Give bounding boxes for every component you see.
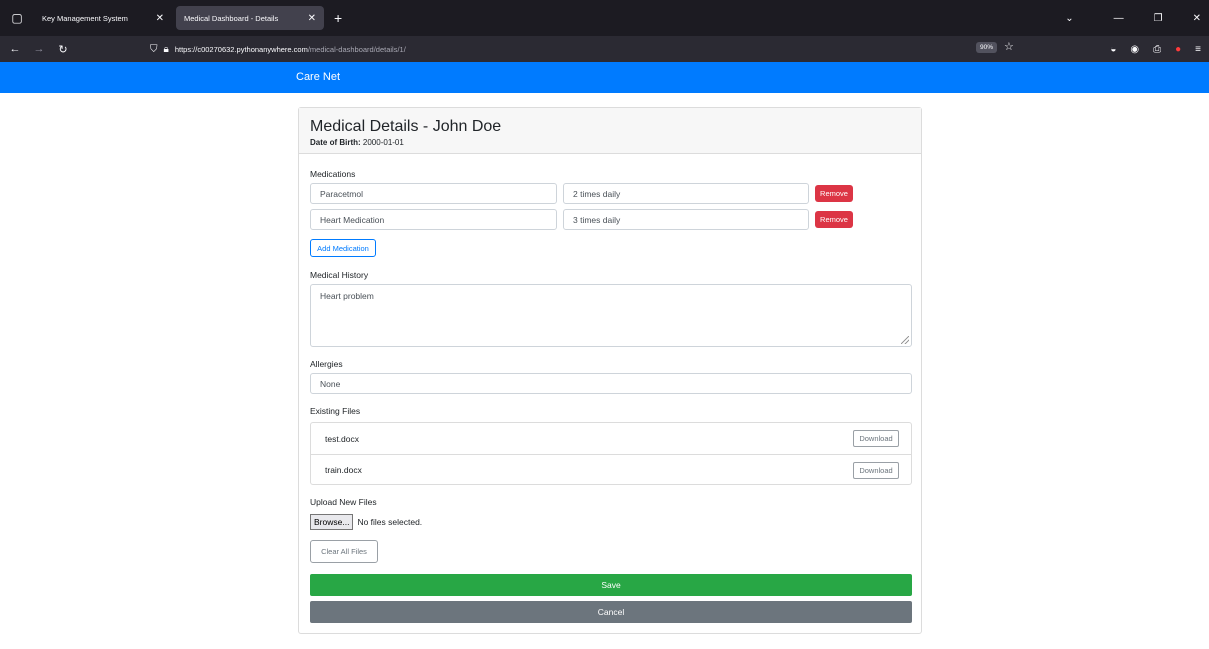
forward-icon[interactable]: → bbox=[30, 43, 48, 55]
page-title: Medical Details - John Doe bbox=[310, 118, 502, 135]
chevron-down-icon[interactable]: ⌄ bbox=[1065, 13, 1073, 24]
toolbar-icons: ◒ ◉ ⎙ ● ≡ bbox=[1110, 36, 1201, 62]
file-name: train.docx bbox=[325, 465, 362, 475]
allergies-label: Allergies bbox=[310, 359, 343, 369]
tab-medical-details[interactable]: Medical Dashboard - Details ✕ bbox=[176, 6, 324, 30]
tab-key-management[interactable]: Key Management System ✕ bbox=[34, 6, 172, 30]
save-button[interactable]: Save bbox=[310, 574, 912, 596]
file-name: test.docx bbox=[325, 433, 360, 444]
menu-icon[interactable]: ≡ bbox=[1195, 44, 1201, 55]
zoom-badge[interactable]: 90% bbox=[976, 42, 998, 53]
remove-medication-button[interactable]: Remove bbox=[815, 185, 853, 202]
back-icon[interactable]: ← bbox=[6, 43, 24, 55]
medication-name-input[interactable]: Paracetmol bbox=[310, 183, 557, 204]
extensions-icon[interactable]: ⎙ bbox=[1153, 44, 1161, 55]
bookmark-star-icon[interactable]: ☆ bbox=[1004, 40, 1014, 53]
restore-icon[interactable]: ❐ bbox=[1154, 13, 1163, 24]
remove-medication-button[interactable]: Remove bbox=[815, 211, 853, 228]
browse-button[interactable]: Browse... bbox=[310, 514, 354, 530]
close-icon[interactable]: ✕ bbox=[156, 13, 164, 24]
close-icon[interactable]: ✕ bbox=[308, 13, 316, 24]
shield-icon[interactable]: ⛉ bbox=[150, 44, 158, 55]
minimize-icon[interactable]: — bbox=[1114, 13, 1124, 24]
brand-link[interactable]: Care Net bbox=[296, 71, 340, 83]
tab-overview-icon[interactable]: ▢ bbox=[0, 0, 34, 36]
browser-nav-bar: ← → ↻ ⛉ 🔒︎ https://c00270632.pythonanywh… bbox=[0, 36, 1209, 62]
clear-files-button[interactable]: Clear All Files bbox=[310, 540, 378, 563]
medication-frequency-input[interactable]: 3 times daily bbox=[563, 209, 809, 230]
download-button[interactable]: Download bbox=[853, 461, 899, 479]
medical-history-textarea[interactable]: Heart problem bbox=[310, 284, 912, 347]
date-of-birth: Date of Birth: 2000-01-01 bbox=[310, 138, 910, 147]
medical-details-card: Medical Details - John Doe Date of Birth… bbox=[298, 107, 922, 634]
url-bar[interactable]: ⛉ 🔒︎ https://c00270632.pythonanywhere.co… bbox=[142, 39, 1018, 59]
new-tab-icon[interactable]: + bbox=[334, 10, 342, 26]
url-text[interactable]: https://c00270632.pythonanywhere.com/med… bbox=[175, 45, 406, 54]
reload-icon[interactable]: ↻ bbox=[54, 43, 72, 56]
download-button[interactable]: Download bbox=[853, 430, 899, 447]
upload-files-label: Upload New Files bbox=[310, 497, 377, 507]
medical-history-value: Heart problem bbox=[320, 291, 374, 301]
existing-files-label: Existing Files bbox=[310, 406, 361, 416]
add-medication-button[interactable]: Add Medication bbox=[310, 239, 376, 257]
medication-name-input[interactable]: Heart Medication bbox=[310, 209, 557, 230]
file-input: Browse... No files selected. bbox=[310, 514, 422, 530]
app-navbar: Care Net bbox=[0, 62, 1209, 93]
dob-value: 2000-01-01 bbox=[362, 138, 404, 147]
window-controls: ⌄ — ❐ ✕ bbox=[1065, 0, 1201, 36]
file-status: No files selected. bbox=[357, 517, 423, 527]
account-icon[interactable]: ◉ bbox=[1130, 44, 1139, 55]
medication-frequency-input[interactable]: 2 times daily bbox=[563, 183, 809, 204]
tab-title: Medical Dashboard - Details bbox=[184, 13, 279, 23]
tab-title: Key Management System bbox=[42, 13, 128, 23]
existing-files-list: test.docx Download train.docx Download bbox=[310, 422, 912, 485]
addon-icon[interactable]: ● bbox=[1175, 44, 1181, 55]
lock-icon[interactable]: 🔒︎ bbox=[164, 44, 169, 55]
resize-handle-icon[interactable] bbox=[901, 336, 909, 344]
close-window-icon[interactable]: ✕ bbox=[1193, 13, 1201, 24]
pocket-icon[interactable]: ◒ bbox=[1110, 44, 1116, 55]
medical-history-label: Medical History bbox=[310, 270, 369, 280]
list-item: test.docx Download bbox=[311, 423, 911, 454]
cancel-button[interactable]: Cancel bbox=[310, 601, 912, 623]
browser-tab-bar: ▢ Key Management System ✕ Medical Dashbo… bbox=[0, 0, 1209, 36]
card-header: Medical Details - John Doe Date of Birth… bbox=[299, 108, 921, 154]
list-item: train.docx Download bbox=[311, 454, 911, 485]
medications-label: Medications bbox=[310, 169, 356, 179]
allergies-input[interactable]: None bbox=[310, 373, 912, 394]
dob-label: Date of Birth: bbox=[310, 138, 361, 147]
